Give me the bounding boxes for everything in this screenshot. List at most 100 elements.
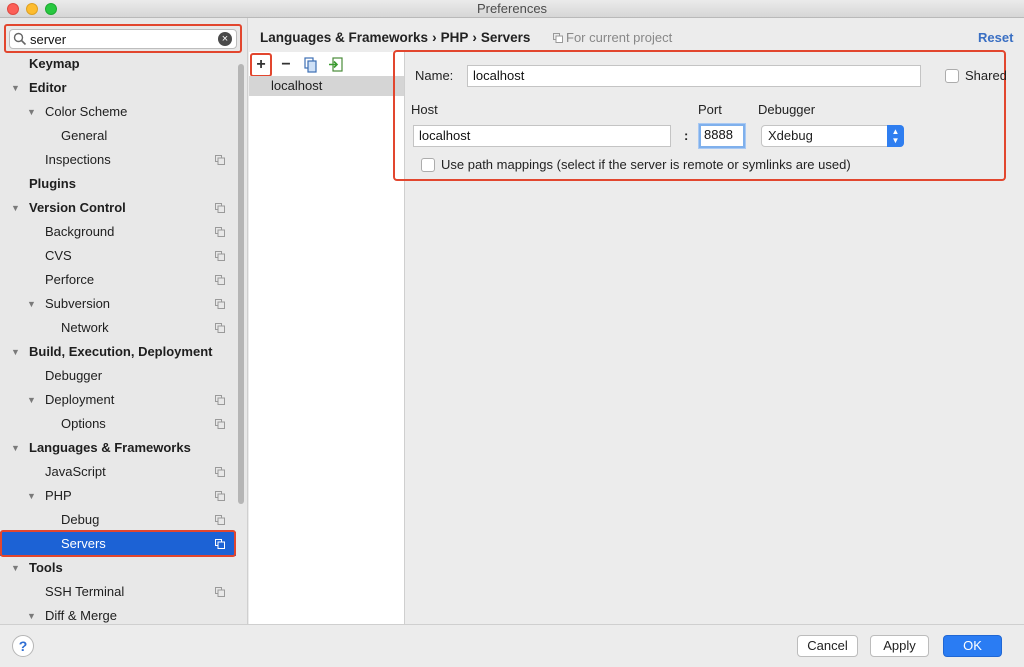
project-scope-icon [215, 467, 225, 477]
sidebar-item[interactable]: Background [0, 220, 236, 244]
sidebar-item-label: Servers [61, 536, 106, 551]
sidebar-item-label: Deployment [45, 392, 115, 407]
debugger-label: Debugger [758, 102, 816, 117]
sidebar-item-label: Options [61, 416, 106, 431]
project-scope-icon [553, 33, 563, 43]
servers-list-toolbar: + − [249, 52, 405, 76]
sidebar-item[interactable]: ▼ Deployment [0, 388, 236, 412]
expand-arrow-icon[interactable]: ▼ [11, 436, 21, 460]
sidebar-item[interactable]: ▼ Tools [0, 556, 236, 580]
sidebar-item[interactable]: SSH Terminal [0, 580, 236, 604]
sidebar-item[interactable]: JavaScript [0, 460, 236, 484]
sidebar-item-label: Keymap [29, 56, 80, 71]
name-label: Name: [415, 68, 454, 83]
project-scope-icon [215, 299, 225, 309]
settings-tree: Keymap ▼ Editor ▼ Color Scheme General Inspect… [0, 52, 236, 624]
sidebar-item[interactable]: Servers [0, 532, 236, 556]
shared-checkbox[interactable] [945, 69, 959, 83]
sidebar-item[interactable]: CVS [0, 244, 236, 268]
remove-server-button[interactable]: − [277, 56, 295, 74]
path-mappings-label: Use path mappings (select if the server … [441, 157, 851, 172]
expand-arrow-icon[interactable]: ▼ [11, 556, 21, 580]
sidebar-item-label: Editor [29, 80, 67, 95]
port-label: Port [698, 102, 722, 117]
sidebar-item-label: Plugins [29, 176, 76, 191]
sidebar-item-label: Diff & Merge [45, 608, 118, 623]
host-label: Host [411, 102, 438, 117]
sidebar-item-label: CVS [45, 248, 72, 263]
debugger-select[interactable]: Xdebug ▲ ▼ [761, 125, 904, 147]
import-server-icon[interactable] [327, 56, 345, 74]
project-scope-icon [215, 539, 225, 549]
copy-server-icon[interactable] [302, 56, 320, 74]
sidebar-item[interactable]: Keymap [0, 52, 236, 76]
server-list-item[interactable]: localhost [249, 76, 404, 96]
breadcrumb: Languages & Frameworks › PHP › Servers [260, 30, 530, 45]
project-scope-icon [215, 419, 225, 429]
path-mappings-checkbox[interactable] [421, 158, 435, 172]
cancel-button[interactable]: Cancel [797, 635, 858, 657]
port-field[interactable]: 8888 [699, 124, 745, 148]
host-port-separator: : [684, 128, 689, 143]
sidebar-item-label: Languages & Frameworks [29, 440, 191, 455]
expand-arrow-icon[interactable]: ▼ [11, 196, 21, 220]
expand-arrow-icon[interactable]: ▼ [27, 388, 37, 412]
search-input[interactable] [30, 31, 220, 47]
project-scope-icon [215, 587, 225, 597]
sidebar-item[interactable]: ▼ Build, Execution, Deployment [0, 340, 236, 364]
title-bar: Preferences [0, 0, 1024, 18]
sidebar-item[interactable]: ▼ Diff & Merge [0, 604, 236, 624]
sidebar-item[interactable]: ▼ PHP [0, 484, 236, 508]
sidebar-item[interactable]: Debugger [0, 364, 236, 388]
sidebar-item[interactable]: Inspections [0, 148, 236, 172]
sidebar-item-label: PHP [45, 488, 72, 503]
sidebar-item[interactable]: ▼ Color Scheme [0, 100, 236, 124]
project-scope-icon [215, 227, 225, 237]
sidebar-item[interactable]: Network [0, 316, 236, 340]
sidebar-item[interactable]: ▼ Subversion [0, 292, 236, 316]
sidebar-item-label: Build, Execution, Deployment [29, 344, 213, 359]
add-button-highlight [250, 53, 272, 77]
help-button[interactable]: ? [12, 635, 34, 657]
sidebar-item-label: Network [61, 320, 109, 335]
expand-arrow-icon[interactable]: ▼ [27, 100, 37, 124]
sidebar-item-label: Inspections [45, 152, 111, 167]
sidebar-item[interactable]: Debug [0, 508, 236, 532]
breadcrumb-item: Languages & Frameworks [260, 30, 429, 45]
expand-arrow-icon[interactable]: ▼ [27, 484, 37, 508]
project-scope-icon [215, 203, 225, 213]
sidebar-item[interactable]: Perforce [0, 268, 236, 292]
project-scope-icon [215, 491, 225, 501]
sidebar-item[interactable]: ▼ Version Control [0, 196, 236, 220]
sidebar-item-label: JavaScript [45, 464, 106, 479]
chevron-updown-icon: ▲ ▼ [887, 125, 904, 147]
sidebar-item[interactable]: General [0, 124, 236, 148]
sidebar-item[interactable]: ▼ Editor [0, 76, 236, 100]
sidebar-item-label: Debugger [45, 368, 103, 383]
sidebar-item-label: General [61, 128, 108, 143]
search-field[interactable]: × [9, 29, 237, 49]
sidebar-item-label: Color Scheme [45, 104, 128, 119]
sidebar-item-label: SSH Terminal [45, 584, 125, 599]
sidebar-item-label: Debug [61, 512, 100, 527]
sidebar-item-label: Subversion [45, 296, 111, 311]
ok-button[interactable]: OK [943, 635, 1002, 657]
sidebar-item-label: Version Control [29, 200, 126, 215]
expand-arrow-icon[interactable]: ▼ [27, 292, 37, 316]
scrollbar-thumb[interactable] [238, 64, 244, 504]
sidebar-item[interactable]: Plugins [0, 172, 236, 196]
expand-arrow-icon[interactable]: ▼ [27, 604, 37, 624]
expand-arrow-icon[interactable]: ▼ [11, 76, 21, 100]
host-field[interactable]: localhost [413, 125, 671, 147]
project-scope-icon [215, 395, 225, 405]
clear-search-icon[interactable]: × [218, 32, 232, 46]
sidebar-item[interactable]: ▼ Languages & Frameworks [0, 436, 236, 460]
apply-button[interactable]: Apply [870, 635, 929, 657]
sidebar-scrollbar[interactable] [237, 62, 245, 624]
breadcrumb-item: PHP [440, 30, 469, 45]
expand-arrow-icon[interactable]: ▼ [11, 340, 21, 364]
reset-link[interactable]: Reset [978, 30, 1013, 45]
sidebar-item[interactable]: Options [0, 412, 236, 436]
project-scope-icon [215, 275, 225, 285]
server-name-field[interactable]: localhost [467, 65, 921, 87]
